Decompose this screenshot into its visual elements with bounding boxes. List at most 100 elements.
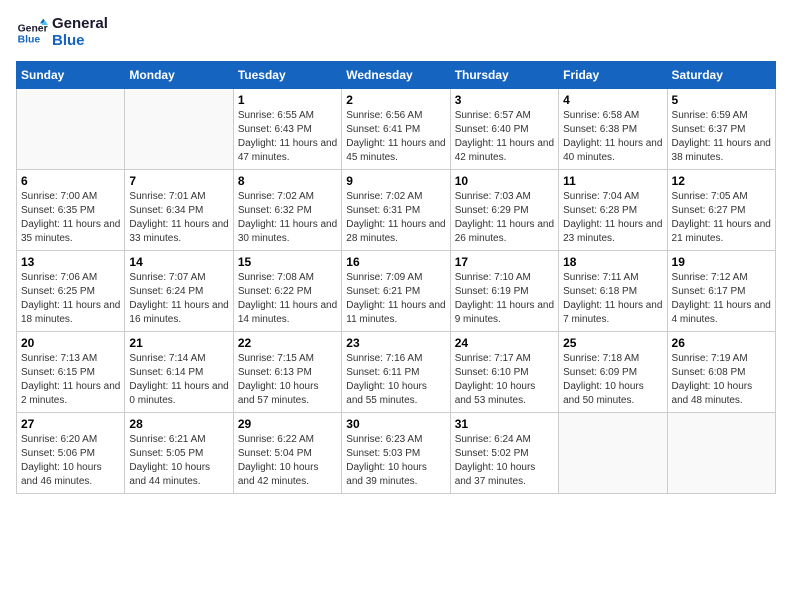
day-info: Sunrise: 7:02 AM Sunset: 6:31 PM Dayligh… <box>346 190 445 246</box>
calendar-cell: 14 Sunrise: 7:07 AM Sunset: 6:24 PM Dayli… <box>125 251 233 332</box>
calendar-cell: 13 Sunrise: 7:06 AM Sunset: 6:25 PM Dayli… <box>17 251 125 332</box>
day-info: Sunrise: 6:24 AM Sunset: 5:02 PM Dayligh… <box>455 433 554 489</box>
day-info: Sunrise: 7:12 AM Sunset: 6:17 PM Dayligh… <box>672 271 771 327</box>
day-header-saturday: Saturday <box>667 62 775 89</box>
day-number: 25 <box>563 336 662 350</box>
day-info: Sunrise: 7:07 AM Sunset: 6:24 PM Dayligh… <box>129 271 228 327</box>
day-number: 20 <box>21 336 120 350</box>
calendar-week-1: 1Sunrise: 6:55 AM Sunset: 6:43 PM Daylig… <box>17 89 776 170</box>
day-info: Sunrise: 7:01 AM Sunset: 6:34 PM Dayligh… <box>129 190 228 246</box>
day-info: Sunrise: 7:04 AM Sunset: 6:28 PM Dayligh… <box>563 190 662 246</box>
calendar-header-row: SundayMondayTuesdayWednesdayThursdayFrid… <box>17 62 776 89</box>
calendar-week-5: 27 Sunrise: 6:20 AM Sunset: 5:06 PM Dayli… <box>17 413 776 494</box>
calendar-cell: 31 Sunrise: 6:24 AM Sunset: 5:02 PM Dayli… <box>450 413 558 494</box>
svg-text:Blue: Blue <box>18 34 41 45</box>
day-info: Sunrise: 6:57 AM Sunset: 6:40 PM Dayligh… <box>455 109 554 165</box>
calendar-cell <box>559 413 667 494</box>
day-number: 14 <box>129 255 228 269</box>
day-number: 19 <box>672 255 771 269</box>
day-info: Sunrise: 6:23 AM Sunset: 5:03 PM Dayligh… <box>346 433 445 489</box>
day-number: 2 <box>346 93 445 107</box>
day-number: 5 <box>672 93 771 107</box>
calendar-cell: 8Sunrise: 7:02 AM Sunset: 6:32 PM Daylig… <box>233 170 341 251</box>
day-info: Sunrise: 7:00 AM Sunset: 6:35 PM Dayligh… <box>21 190 120 246</box>
day-info: Sunrise: 6:22 AM Sunset: 5:04 PM Dayligh… <box>238 433 337 489</box>
day-number: 30 <box>346 417 445 431</box>
day-number: 16 <box>346 255 445 269</box>
day-info: Sunrise: 7:18 AM Sunset: 6:09 PM Dayligh… <box>563 352 662 408</box>
calendar-week-2: 6 Sunrise: 7:00 AM Sunset: 6:35 PM Daylig… <box>17 170 776 251</box>
day-number: 7 <box>129 174 228 188</box>
calendar-cell: 7 Sunrise: 7:01 AM Sunset: 6:34 PM Daylig… <box>125 170 233 251</box>
day-number: 29 <box>238 417 337 431</box>
calendar-table: SundayMondayTuesdayWednesdayThursdayFrid… <box>16 61 776 494</box>
calendar-cell: 6 Sunrise: 7:00 AM Sunset: 6:35 PM Daylig… <box>17 170 125 251</box>
calendar-cell: 5Sunrise: 6:59 AM Sunset: 6:37 PM Daylig… <box>667 89 775 170</box>
day-number: 4 <box>563 93 662 107</box>
day-info: Sunrise: 6:20 AM Sunset: 5:06 PM Dayligh… <box>21 433 120 489</box>
logo-icon: General Blue <box>16 17 48 49</box>
calendar-cell: 21Sunrise: 7:14 AM Sunset: 6:14 PM Dayli… <box>125 332 233 413</box>
calendar-cell <box>17 89 125 170</box>
day-number: 15 <box>238 255 337 269</box>
day-number: 17 <box>455 255 554 269</box>
calendar-cell: 30 Sunrise: 6:23 AM Sunset: 5:03 PM Dayli… <box>342 413 450 494</box>
day-info: Sunrise: 7:19 AM Sunset: 6:08 PM Dayligh… <box>672 352 771 408</box>
calendar-cell: 19 Sunrise: 7:12 AM Sunset: 6:17 PM Dayli… <box>667 251 775 332</box>
calendar-week-4: 20 Sunrise: 7:13 AM Sunset: 6:15 PM Dayli… <box>17 332 776 413</box>
logo-general: General <box>52 16 108 33</box>
logo-blue: Blue <box>52 33 108 50</box>
day-number: 21 <box>129 336 228 350</box>
day-number: 28 <box>129 417 228 431</box>
calendar-cell: 11 Sunrise: 7:04 AM Sunset: 6:28 PM Dayli… <box>559 170 667 251</box>
day-number: 26 <box>672 336 771 350</box>
day-header-tuesday: Tuesday <box>233 62 341 89</box>
day-number: 9 <box>346 174 445 188</box>
calendar-cell: 27 Sunrise: 6:20 AM Sunset: 5:06 PM Dayli… <box>17 413 125 494</box>
day-number: 31 <box>455 417 554 431</box>
day-info: Sunrise: 7:11 AM Sunset: 6:18 PM Dayligh… <box>563 271 662 327</box>
day-info: Sunrise: 6:56 AM Sunset: 6:41 PM Dayligh… <box>346 109 445 165</box>
calendar-cell: 17Sunrise: 7:10 AM Sunset: 6:19 PM Dayli… <box>450 251 558 332</box>
day-number: 23 <box>346 336 445 350</box>
day-info: Sunrise: 7:05 AM Sunset: 6:27 PM Dayligh… <box>672 190 771 246</box>
day-number: 18 <box>563 255 662 269</box>
day-info: Sunrise: 7:13 AM Sunset: 6:15 PM Dayligh… <box>21 352 120 408</box>
calendar-cell: 1Sunrise: 6:55 AM Sunset: 6:43 PM Daylig… <box>233 89 341 170</box>
day-info: Sunrise: 7:15 AM Sunset: 6:13 PM Dayligh… <box>238 352 337 408</box>
calendar-cell <box>667 413 775 494</box>
day-info: Sunrise: 7:08 AM Sunset: 6:22 PM Dayligh… <box>238 271 337 327</box>
calendar-cell: 4 Sunrise: 6:58 AM Sunset: 6:38 PM Daylig… <box>559 89 667 170</box>
svg-text:General: General <box>18 23 48 34</box>
calendar-week-3: 13 Sunrise: 7:06 AM Sunset: 6:25 PM Dayli… <box>17 251 776 332</box>
calendar-cell <box>125 89 233 170</box>
day-header-friday: Friday <box>559 62 667 89</box>
calendar-cell: 22 Sunrise: 7:15 AM Sunset: 6:13 PM Dayli… <box>233 332 341 413</box>
day-number: 13 <box>21 255 120 269</box>
day-number: 11 <box>563 174 662 188</box>
day-number: 1 <box>238 93 337 107</box>
day-number: 27 <box>21 417 120 431</box>
day-number: 6 <box>21 174 120 188</box>
day-header-thursday: Thursday <box>450 62 558 89</box>
day-info: Sunrise: 7:06 AM Sunset: 6:25 PM Dayligh… <box>21 271 120 327</box>
calendar-cell: 26 Sunrise: 7:19 AM Sunset: 6:08 PM Dayli… <box>667 332 775 413</box>
calendar-cell: 9 Sunrise: 7:02 AM Sunset: 6:31 PM Daylig… <box>342 170 450 251</box>
calendar-cell: 10Sunrise: 7:03 AM Sunset: 6:29 PM Dayli… <box>450 170 558 251</box>
day-number: 12 <box>672 174 771 188</box>
day-number: 22 <box>238 336 337 350</box>
calendar-cell: 3 Sunrise: 6:57 AM Sunset: 6:40 PM Daylig… <box>450 89 558 170</box>
day-number: 24 <box>455 336 554 350</box>
day-info: Sunrise: 7:09 AM Sunset: 6:21 PM Dayligh… <box>346 271 445 327</box>
day-info: Sunrise: 7:03 AM Sunset: 6:29 PM Dayligh… <box>455 190 554 246</box>
page-header: General Blue General Blue <box>16 16 776 49</box>
day-header-wednesday: Wednesday <box>342 62 450 89</box>
day-info: Sunrise: 6:21 AM Sunset: 5:05 PM Dayligh… <box>129 433 228 489</box>
day-header-monday: Monday <box>125 62 233 89</box>
day-info: Sunrise: 6:58 AM Sunset: 6:38 PM Dayligh… <box>563 109 662 165</box>
day-number: 3 <box>455 93 554 107</box>
calendar-cell: 25 Sunrise: 7:18 AM Sunset: 6:09 PM Dayli… <box>559 332 667 413</box>
calendar-cell: 23Sunrise: 7:16 AM Sunset: 6:11 PM Dayli… <box>342 332 450 413</box>
calendar-cell: 16 Sunrise: 7:09 AM Sunset: 6:21 PM Dayli… <box>342 251 450 332</box>
calendar-cell: 2 Sunrise: 6:56 AM Sunset: 6:41 PM Daylig… <box>342 89 450 170</box>
